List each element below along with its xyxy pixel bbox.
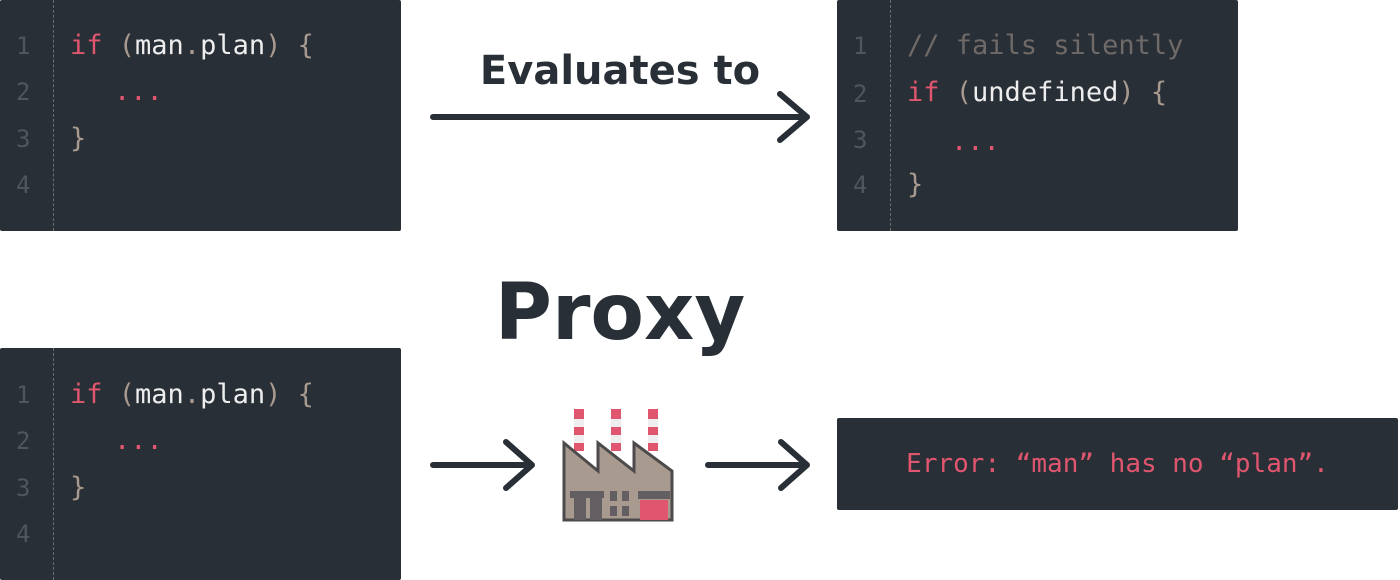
paren: ( <box>118 379 136 410</box>
dot: . <box>183 379 201 410</box>
code-line: if (man.plan) { <box>70 30 314 61</box>
arrow-right-icon <box>430 439 535 491</box>
factory-icon <box>562 409 674 522</box>
error-message: Error: “man” has no “plan”. <box>906 449 1329 479</box>
line-number: 2 <box>16 78 31 106</box>
code-block-original: 1 2 3 4 if (man.plan) { ... } <box>0 0 401 231</box>
line-number: 2 <box>16 427 31 455</box>
brace: } <box>70 123 87 154</box>
property: plan <box>200 30 266 61</box>
line-number: 3 <box>16 125 31 153</box>
evaluates-label: Evaluates to <box>479 48 761 94</box>
line-number: 1 <box>16 381 31 409</box>
ellipsis: ... <box>114 425 163 456</box>
arrow-right-icon <box>430 91 810 143</box>
keyword: if <box>70 30 103 61</box>
keyword: if <box>907 77 940 108</box>
ellipsis: ... <box>114 76 163 107</box>
code-block-evaluated: 1 2 3 4 // fails silently if (undefined)… <box>837 0 1238 231</box>
brace: } <box>70 472 87 503</box>
paren: ( <box>118 30 136 61</box>
proxy-title: Proxy <box>494 268 746 358</box>
line-number: 3 <box>16 474 31 502</box>
line-number: 1 <box>853 32 868 60</box>
line-number: 2 <box>853 80 868 108</box>
ellipsis: ... <box>951 126 1000 157</box>
paren: ) <box>1118 77 1135 108</box>
line-number: 3 <box>853 126 868 154</box>
line-number: 4 <box>16 171 31 199</box>
paren: ) <box>265 379 282 410</box>
identifier: man <box>135 379 184 410</box>
keyword: if <box>70 379 103 410</box>
brace: { <box>297 30 314 61</box>
brace: { <box>297 379 314 410</box>
code-line: if (man.plan) { <box>70 379 314 410</box>
brace: { <box>1150 77 1168 108</box>
dot: . <box>183 30 201 61</box>
identifier: man <box>135 30 184 61</box>
paren: ( <box>955 77 973 108</box>
identifier: undefined <box>972 77 1119 108</box>
line-number: 4 <box>16 520 31 548</box>
paren: ) <box>265 30 282 61</box>
code-block-proxied: 1 2 3 4 if (man.plan) { ... } <box>0 348 401 580</box>
error-message-box: Error: “man” has no “plan”. <box>837 418 1398 510</box>
line-number: 1 <box>16 32 31 60</box>
comment: // fails silently <box>907 30 1184 61</box>
line-number: 4 <box>853 171 868 199</box>
property: plan <box>200 379 266 410</box>
brace: } <box>907 169 924 200</box>
code-line: if (undefined) { <box>907 77 1167 108</box>
arrow-right-icon <box>705 439 810 491</box>
